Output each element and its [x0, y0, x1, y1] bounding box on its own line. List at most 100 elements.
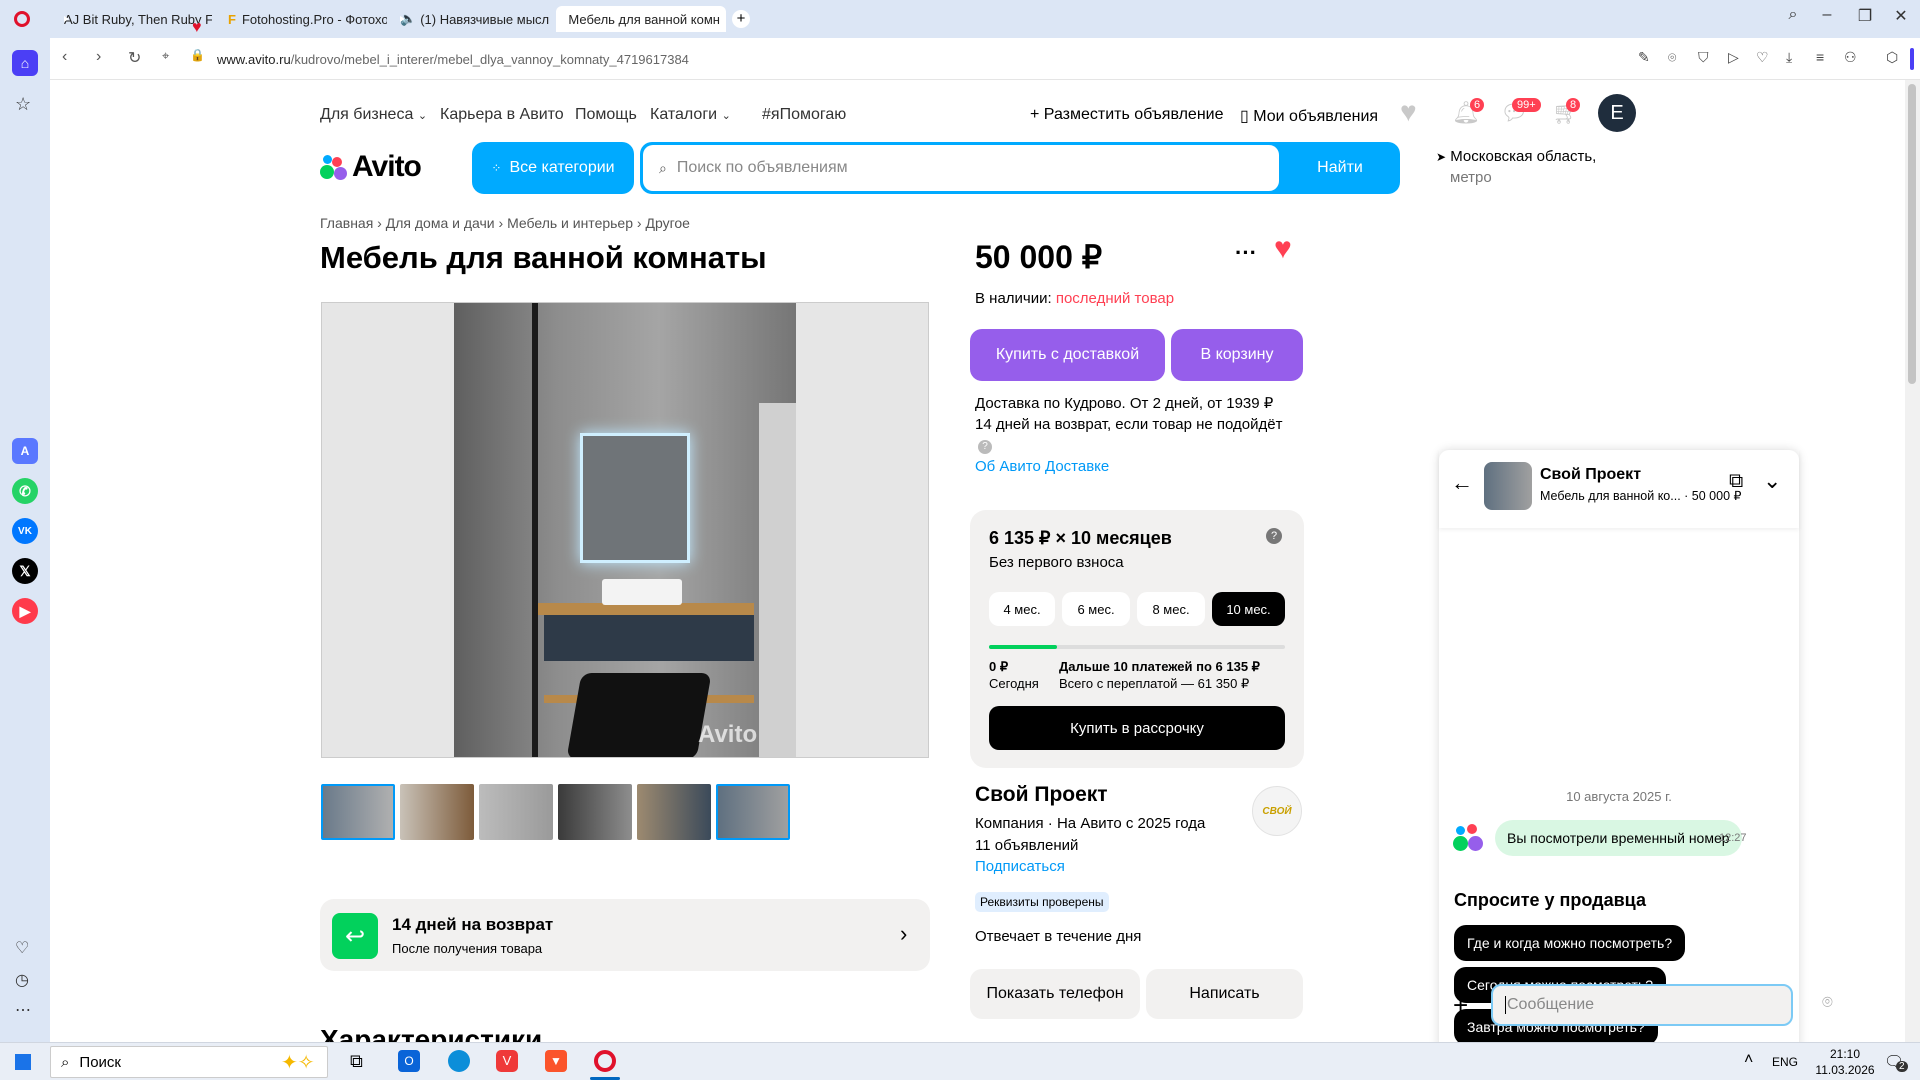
home-icon[interactable]: ⌂ — [12, 50, 38, 76]
thumbnail-3[interactable] — [479, 784, 553, 840]
history-clock-icon[interactable]: ◷ — [15, 970, 29, 990]
extensions-icon[interactable]: ⬡ — [1886, 49, 1898, 66]
thumbnail-2[interactable] — [400, 784, 474, 840]
profile-icon[interactable]: ⚇ — [1844, 49, 1857, 66]
thumbnail-5[interactable] — [637, 784, 711, 840]
lock-icon[interactable]: 🔒 — [190, 48, 205, 62]
return-banner[interactable]: ↩ 14 дней на возврат После получения тов… — [320, 899, 930, 971]
thumbnail-4[interactable] — [558, 784, 632, 840]
player-icon[interactable]: ▶ — [12, 598, 38, 624]
search-submit-button[interactable]: Найти — [1280, 142, 1400, 194]
heart-icon[interactable]: ♡ — [15, 938, 29, 958]
term-option-10[interactable]: 10 мес. — [1212, 592, 1285, 626]
url-field[interactable]: www.avito.ru/kudrovo/mebel_i_interer/meb… — [217, 52, 689, 67]
message-input[interactable]: Сообщение — [1491, 984, 1793, 1026]
avatar[interactable]: E — [1598, 94, 1636, 132]
task-view-icon[interactable]: ⧉ — [350, 1051, 363, 1072]
sidebar-toggle[interactable] — [1910, 48, 1914, 70]
back-arrow-icon[interactable]: ← — [1451, 470, 1473, 496]
term-option-8[interactable]: 8 мес. — [1137, 592, 1205, 626]
chat-item-thumbnail[interactable] — [1484, 462, 1532, 510]
seller-name[interactable]: Свой Проект — [975, 783, 1108, 807]
help-question-icon[interactable]: ? — [978, 440, 992, 454]
camera-icon[interactable]: ⌾ — [1668, 49, 1676, 66]
favorites-heart-icon[interactable]: ♥ — [1400, 96, 1417, 128]
location-selector[interactable]: ➤ Московская область, метро — [1436, 148, 1596, 186]
tray-chevron-icon[interactable]: ˄ — [1744, 1051, 1753, 1069]
thumbnail-6[interactable] — [716, 784, 790, 840]
catalogs-menu[interactable]: Каталоги ⌄ — [650, 106, 731, 124]
language-indicator[interactable]: ENG — [1772, 1055, 1798, 1069]
new-tab-button[interactable]: + — [732, 10, 750, 28]
my-ads-link[interactable]: ▯ Мои объявления — [1240, 106, 1378, 126]
question-where-when[interactable]: Где и когда можно посмотреть? — [1454, 925, 1686, 961]
buy-with-delivery-button[interactable]: Купить с доставкой — [970, 329, 1165, 381]
back-icon[interactable]: ‹ — [62, 48, 67, 66]
more-options-icon[interactable]: ··· — [1235, 240, 1257, 266]
vivaldi-icon[interactable]: V — [496, 1050, 518, 1072]
download-icon[interactable]: ⤓ — [1786, 49, 1792, 66]
favorites-icon[interactable]: ♡ — [1756, 49, 1769, 66]
reload-icon[interactable]: ↻ — [128, 48, 141, 68]
forward-icon[interactable]: › — [96, 48, 101, 66]
search-tabs-icon[interactable]: ⌕ — [1778, 6, 1808, 24]
all-categories-button[interactable]: ⁘ Все категории — [472, 142, 634, 194]
aria-icon[interactable]: A — [12, 438, 38, 464]
show-phone-button[interactable]: Показать телефон — [970, 969, 1140, 1019]
clock-date[interactable]: 11.03.2026 — [1808, 1063, 1882, 1077]
add-to-cart-button[interactable]: В корзину — [1171, 329, 1303, 381]
tab-avito[interactable]: Мебель для ванной комн — [556, 6, 726, 32]
play-icon[interactable]: ▷ — [1728, 49, 1739, 66]
taskbar-search[interactable]: ⌕ Поиск ✦✧ — [50, 1046, 328, 1078]
search-input[interactable]: Поиск по объявлениям — [677, 159, 848, 177]
brave-icon[interactable]: ▼ — [545, 1050, 567, 1072]
subscribe-link[interactable]: Подписаться — [975, 858, 1065, 875]
seller-logo[interactable]: СВОЙ — [1252, 786, 1302, 836]
outlook-icon[interactable]: O — [398, 1050, 420, 1072]
clock-time[interactable]: 21:10 — [1820, 1047, 1870, 1061]
term-option-4[interactable]: 4 мес. — [989, 592, 1055, 626]
career-link[interactable]: Карьера в Авито — [440, 106, 564, 124]
camera-attach-icon[interactable]: ⌾ — [1822, 992, 1833, 1013]
post-ad-button[interactable]: + Разместить объявление — [1030, 106, 1224, 124]
close-window-button[interactable]: ✕ — [1886, 6, 1916, 26]
edit-icon[interactable]: ✎ — [1638, 49, 1650, 66]
write-message-button[interactable]: Написать — [1146, 969, 1303, 1019]
x-twitter-icon[interactable]: 𝕏 — [12, 558, 38, 584]
opera-logo-icon[interactable] — [14, 11, 30, 27]
main-photo[interactable]: Avito — [321, 302, 929, 758]
tab-fotohosting[interactable]: F Fotohosting.Pro - Фотохо — [222, 6, 387, 32]
help-tag-link[interactable]: #яПомогаю — [762, 106, 846, 124]
open-external-icon[interactable]: ⧉ — [1729, 470, 1743, 493]
collapse-chevron-icon[interactable]: ⌄ — [1763, 468, 1781, 494]
scrollbar-thumb[interactable] — [1908, 84, 1916, 384]
attach-plus-icon[interactable]: + — [1453, 990, 1468, 1021]
seller-ads-count[interactable]: 11 объявлений — [975, 837, 1078, 854]
bookmark-star-icon[interactable]: ☆ — [15, 94, 31, 115]
help-link[interactable]: Помощь — [575, 106, 637, 124]
shield-icon[interactable]: ⛉ — [1698, 49, 1709, 66]
breadcrumb-home[interactable]: Главная — [320, 215, 373, 231]
buy-installment-button[interactable]: Купить в рассрочку — [989, 706, 1285, 750]
edge-icon[interactable] — [448, 1050, 470, 1072]
more-icon[interactable]: ⋯ — [15, 1000, 31, 1020]
installment-help-icon[interactable]: ? — [1266, 528, 1282, 544]
maximize-button[interactable]: ❐ — [1850, 6, 1880, 26]
thumbnail-1[interactable] — [321, 784, 395, 840]
vk-icon[interactable]: VK — [12, 518, 38, 544]
minimize-button[interactable]: – — [1812, 6, 1842, 24]
search-field[interactable]: ⌕ Поиск по объявлениям — [643, 145, 1279, 191]
breadcrumb-furniture[interactable]: Мебель и интерьер — [507, 215, 633, 231]
opera-taskbar-icon[interactable] — [594, 1050, 616, 1072]
avito-logo[interactable]: Avito — [320, 150, 422, 184]
tab-youtube-2[interactable]: 🔈 (1) Навязчивые мысл — [388, 6, 553, 32]
tab-youtube-1[interactable]: AJ Bit Ruby, Then Ruby Fo — [52, 6, 212, 32]
avito-delivery-link[interactable]: Об Авито Доставке — [975, 458, 1109, 475]
business-menu[interactable]: Для бизнеса ⌄ — [320, 106, 427, 124]
windows-start-icon[interactable] — [15, 1054, 31, 1070]
favorite-heart-icon[interactable]: ♥ — [1274, 232, 1292, 266]
term-option-6[interactable]: 6 мес. — [1062, 592, 1130, 626]
menu-icon[interactable]: ≡ — [1816, 49, 1824, 65]
breadcrumb-other[interactable]: Другое — [645, 215, 689, 231]
breadcrumb-home-garden[interactable]: Для дома и дачи — [386, 215, 495, 231]
